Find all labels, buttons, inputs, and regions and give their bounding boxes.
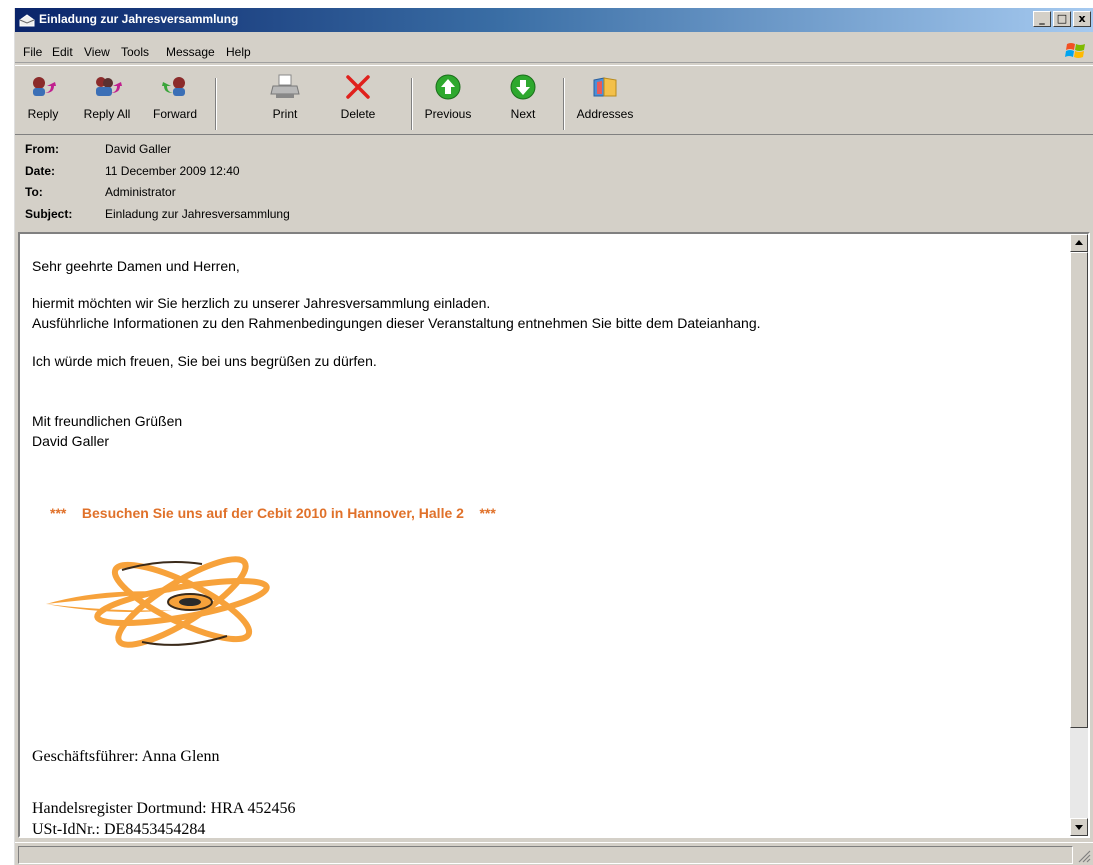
message-header: From: David Galler Date: 11 December 200… (15, 137, 1093, 229)
reply-all-icon (96, 77, 122, 96)
next-label: Next (510, 107, 536, 121)
menu-bar: File Edit View Tools Message Help (15, 41, 1093, 63)
register-text: Handelsregister Dortmund: HRA 452456 (32, 800, 296, 817)
closing-text: Mit freundlichen Grüßen (32, 413, 183, 429)
delete-button[interactable]: Delete (335, 74, 381, 121)
previous-button[interactable]: Previous (419, 74, 477, 121)
vat-text: USt-IdNr.: DE8453454284 (32, 821, 206, 838)
scroll-down-button[interactable] (1070, 818, 1088, 836)
title-bar[interactable]: Einladung zur Jahresversammlung _ □ x (15, 8, 1093, 32)
to-label: To: (25, 185, 43, 199)
mail-window: Einladung zur Jahresversammlung _ □ x Fi… (14, 8, 1093, 865)
from-value: David Galler (105, 142, 172, 156)
printer-icon (270, 74, 300, 98)
scroll-up-arrow-icon (1075, 240, 1083, 245)
message-body[interactable]: Sehr geehrte Damen und Herren, hiermit m… (18, 232, 1090, 838)
status-pane (18, 846, 1073, 864)
greeting-text: Sehr geehrte Damen und Herren, (32, 258, 240, 274)
minimize-button[interactable]: _ (1033, 11, 1051, 27)
reply-icon (33, 77, 56, 96)
windows-logo-icon (1065, 43, 1085, 58)
to-value: Administrator (105, 185, 176, 199)
subject-value: Einladung zur Jahresversammlung (105, 207, 290, 221)
body-line-3: Ich würde mich freuen, Sie bei uns begrü… (32, 353, 377, 369)
delete-label: Delete (340, 107, 376, 121)
toolbar-separator (411, 78, 413, 130)
close-button[interactable]: x (1073, 11, 1091, 27)
reply-all-label: Reply All (83, 107, 131, 121)
up-arrow-icon (435, 74, 461, 100)
subject-label: Subject: (25, 207, 73, 221)
forward-label: Forward (152, 107, 197, 121)
print-button[interactable]: Print (265, 74, 305, 121)
body-line-1: hiermit möchten wir Sie herzlich zu unse… (32, 295, 491, 311)
reply-button[interactable]: Reply (23, 74, 63, 121)
ceo-text: Geschäftsführer: Anna Glenn (32, 748, 220, 765)
toolbar: Reply Reply All Forward Print Delete Pre… (15, 65, 1093, 135)
envelope-icon (19, 14, 35, 27)
scroll-down-arrow-icon (1075, 825, 1083, 830)
date-label: Date: (25, 164, 56, 178)
maximize-button[interactable]: □ (1053, 11, 1071, 27)
previous-label: Previous (424, 107, 472, 121)
from-label: From: (25, 142, 59, 156)
body-line-2: Ausführliche Informationen zu den Rahmen… (32, 315, 761, 331)
vertical-scrollbar[interactable] (1070, 234, 1088, 836)
status-bar (15, 842, 1093, 865)
reply-label: Reply (27, 107, 59, 121)
window-title: Einladung zur Jahresversammlung (39, 12, 239, 26)
forward-button[interactable]: Forward (147, 74, 203, 121)
reply-all-button[interactable]: Reply All (79, 74, 135, 121)
scrollbar-thumb[interactable] (1070, 252, 1088, 728)
menu-message[interactable]: Message (166, 45, 215, 59)
menu-edit[interactable]: Edit (52, 45, 73, 59)
menu-help[interactable]: Help (226, 45, 251, 59)
print-label: Print (272, 107, 298, 121)
next-button[interactable]: Next (503, 74, 543, 121)
signature-name: David Galler (32, 433, 110, 449)
scroll-up-button[interactable] (1070, 234, 1088, 252)
address-book-icon (593, 77, 617, 97)
delete-x-icon (346, 75, 370, 99)
addresses-button[interactable]: Addresses (571, 74, 639, 121)
toolbar-separator (563, 78, 565, 130)
menu-tools[interactable]: Tools (121, 45, 149, 59)
forward-icon (162, 77, 185, 96)
menu-file[interactable]: File (23, 45, 42, 59)
menu-view[interactable]: View (84, 45, 110, 59)
date-value: 11 December 2009 12:40 (105, 164, 240, 178)
addresses-label: Addresses (576, 107, 634, 121)
resize-grip-icon[interactable] (1077, 849, 1091, 863)
cebit-promo-text: *** Besuchen Sie uns auf der Cebit 2010 … (50, 505, 496, 521)
down-arrow-icon (510, 74, 536, 100)
toolbar-separator (215, 78, 217, 130)
atom-logo (46, 556, 270, 648)
